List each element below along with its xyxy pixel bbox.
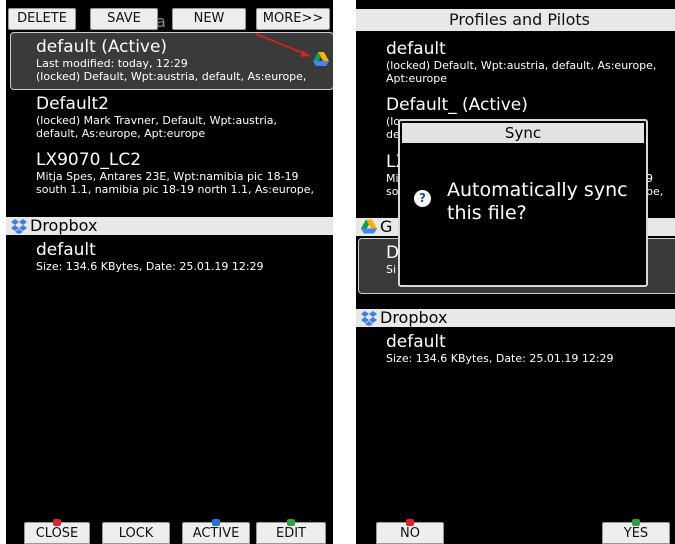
save-button[interactable]: SAVE [90, 8, 158, 30]
page-title: Profiles and Pilots [356, 9, 675, 31]
section-label: Dropbox [380, 308, 448, 327]
section-label: Dropbox [30, 216, 98, 235]
profile-line: (locked) Default, Wpt:austria, default, … [386, 59, 657, 72]
profile-line: Mitja Spes, Antares 23E, Wpt:namibia pic… [36, 170, 299, 183]
dropbox-section-header: Dropbox [356, 309, 675, 327]
dialog-title: Sync [402, 123, 644, 143]
file-info: Size: 134.6 KBytes, Date: 25.01.19 12:29 [386, 352, 614, 365]
close-button[interactable]: CLOSE [24, 519, 90, 544]
file-name: default [36, 240, 96, 260]
dropbox-icon [11, 219, 27, 234]
profile-line: (locked) Mark Travner, Default, Wpt:aust… [36, 114, 278, 127]
blue-key-marker [212, 519, 220, 526]
profile-item-lx9070[interactable]: LX9070_LC2 Mitja Spes, Antares 23E, Wpt:… [36, 150, 314, 196]
right-screen: Profiles and Pilots default (locked) Def… [356, 0, 675, 544]
button-label: YES [623, 526, 649, 541]
button-label: NO [400, 526, 420, 541]
sync-dialog: Sync ? Automatically sync this file? [398, 119, 648, 287]
profile-line: default, As:europe, Apt:europe [36, 127, 206, 140]
dropbox-file-default[interactable]: default Size: 134.6 KBytes, Date: 25.01.… [36, 240, 264, 273]
new-button[interactable]: NEW [172, 8, 246, 30]
section-label: G [380, 217, 393, 236]
overlapping-title-fragment: a [156, 12, 166, 31]
profile-line: Apt:europe [386, 72, 448, 85]
yes-button[interactable]: YES [602, 519, 670, 544]
active-button[interactable]: ACTIVE [182, 519, 250, 544]
edit-button[interactable]: EDIT [256, 519, 326, 544]
red-key-marker [53, 519, 61, 526]
profile-title: Default_ (Active) [386, 95, 528, 115]
button-label: EDIT [276, 526, 306, 541]
profile-item-default[interactable]: default (locked) Default, Wpt:austria, d… [386, 39, 656, 85]
dropbox-file-default[interactable]: default Size: 134.6 KBytes, Date: 25.01.… [386, 332, 614, 365]
file-name: default [386, 332, 446, 352]
more-button[interactable]: MORE>> [256, 8, 330, 30]
green-key-marker [632, 519, 640, 526]
file-info: Size: 134.6 KBytes, Date: 25.01.19 12:29 [36, 260, 264, 273]
red-key-marker [406, 519, 414, 526]
question-icon: ? [414, 190, 431, 207]
delete-button[interactable]: DELETE [8, 8, 76, 30]
dropbox-section-header: Dropbox [6, 217, 333, 235]
google-drive-icon [313, 52, 329, 66]
dialog-message: Automatically sync this file? [447, 179, 628, 224]
button-label: CLOSE [35, 526, 79, 541]
google-drive-icon [361, 219, 377, 234]
dropbox-icon [361, 311, 377, 326]
occluded-text-fragment: pe, [646, 185, 664, 198]
profile-title: Default2 [36, 94, 109, 114]
profile-title: LX9070_LC2 [36, 150, 142, 170]
button-label: LOCK [118, 526, 154, 541]
lock-button[interactable]: LOCK [102, 522, 170, 544]
profile-item-default2[interactable]: Default2 (locked) Mark Travner, Default,… [36, 94, 277, 140]
button-label: ACTIVE [192, 526, 240, 541]
profile-title: default [386, 39, 446, 59]
profile-line: south 1.1, namibia pic 18-19 north 1.1, … [36, 183, 314, 196]
left-screen: DELETE SAVE a NEW MORE>> default (Active… [6, 0, 333, 544]
no-button[interactable]: NO [376, 519, 444, 544]
green-key-marker [287, 519, 295, 526]
